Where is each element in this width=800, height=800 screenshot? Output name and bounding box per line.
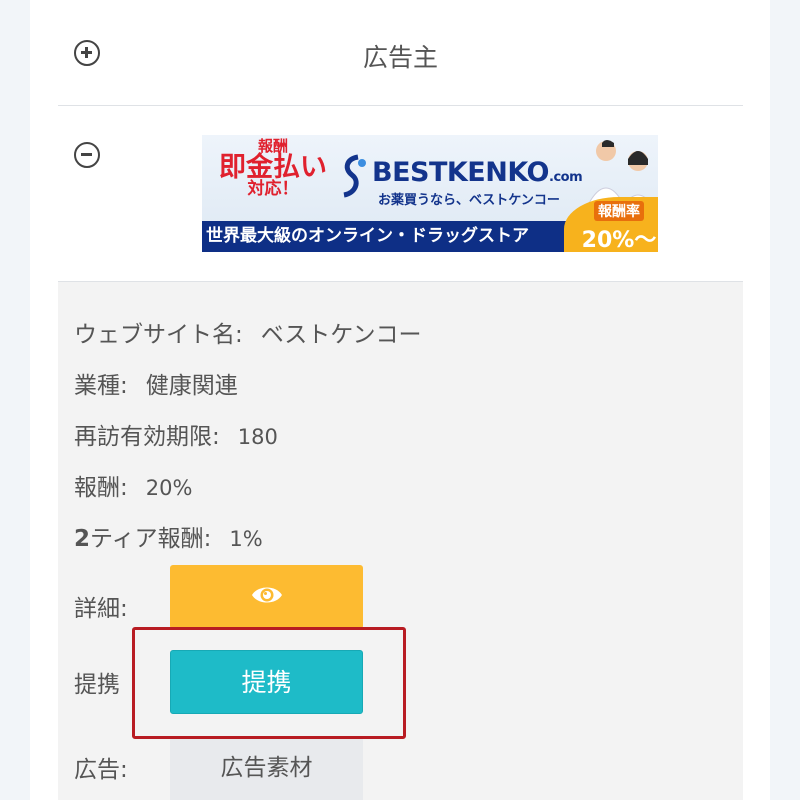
brand-logo-icon (343, 154, 366, 198)
banner-promo: 報酬 即金払い 対応！ (219, 137, 327, 199)
website-name-value: ベストケンコー (260, 322, 422, 348)
partner-label: 提携 (74, 672, 120, 698)
advertiser-title: 広告主 (362, 43, 438, 72)
advertiser-banner[interactable]: 報酬 即金払い 対応！ BESTKENKO.com お薬買うなら、ベストケンコー… (202, 135, 658, 252)
advertiser-card: 広告主 報酬 即金払い 対応！ BESTKENKO.com お薬買うなら、ベスト… (30, 0, 770, 800)
view-detail-button[interactable] (170, 565, 363, 629)
revisit-period-value: 180 (237, 425, 278, 449)
banner-tagline: お薬買うなら、ベストケンコー (378, 193, 560, 208)
reward-value: 20% (145, 476, 193, 500)
minus-circle-icon[interactable] (74, 142, 100, 168)
detail-label: 詳細: (74, 596, 128, 622)
partner-button[interactable]: 提携 (170, 650, 363, 714)
advertiser-header-row[interactable]: 広告主 (58, 0, 743, 106)
industry-value: 健康関連 (145, 373, 238, 399)
banner-rate-badge: 報酬率 20%〜 (564, 197, 658, 252)
industry-row: 業種: 健康関連 (74, 366, 238, 400)
banner-row: 報酬 即金払い 対応！ BESTKENKO.com お薬買うなら、ベストケンコー… (58, 106, 743, 282)
reward-row: 報酬: 20% (74, 475, 193, 501)
tier2-reward-value: 1% (229, 527, 263, 551)
banner-brand: BESTKENKO.com (372, 157, 583, 188)
ad-materials-button[interactable]: 広告素材 (170, 737, 363, 800)
website-name-row: ウェブサイト名: ベストケンコー (74, 315, 422, 349)
eye-icon (251, 587, 282, 603)
details-panel: ウェブサイト名: ベストケンコー 業種: 健康関連 再訪有効期限: 180 報酬: 20… (58, 282, 743, 800)
ad-label: 広告: (74, 757, 128, 783)
revisit-period-row: 再訪有効期限: 180 (74, 424, 278, 450)
tier2-reward-row: 2ティア報酬: 1% (74, 526, 263, 552)
